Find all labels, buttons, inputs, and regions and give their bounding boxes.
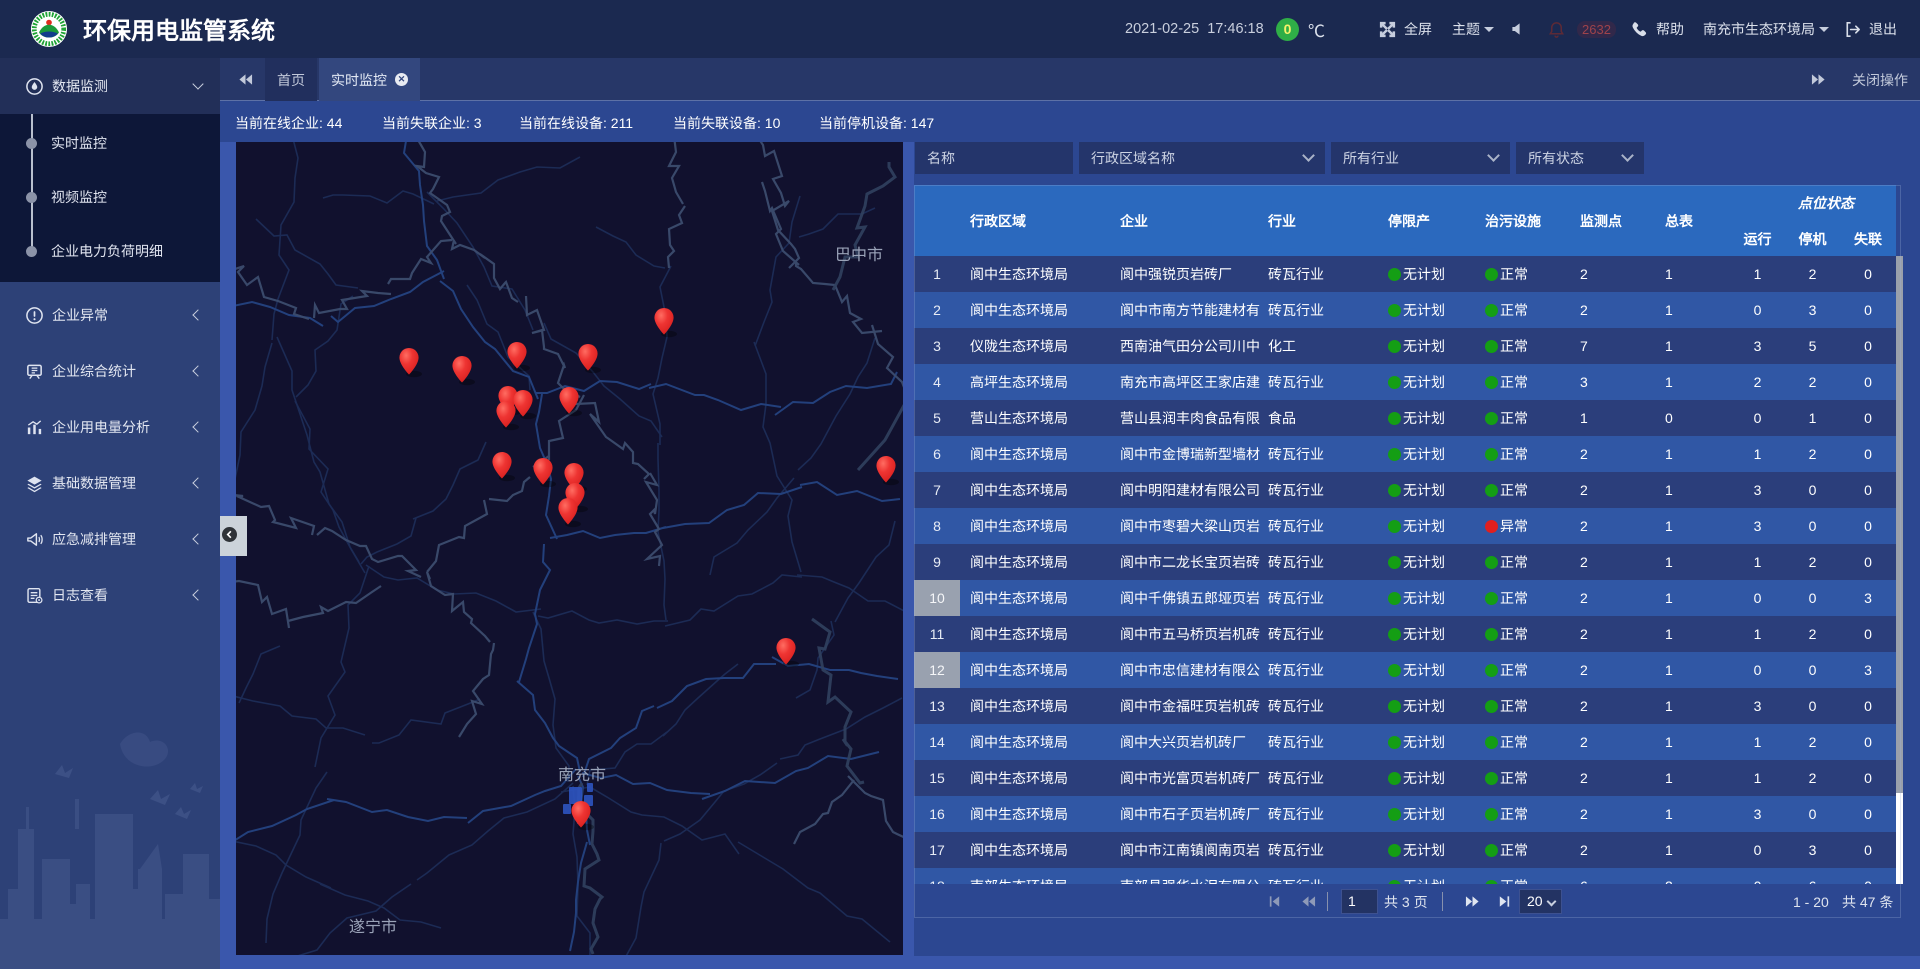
svg-text:南充市: 南充市 <box>558 761 606 785</box>
svg-text:遂宁市: 遂宁市 <box>349 913 397 937</box>
svg-text:巴中市: 巴中市 <box>835 241 883 265</box>
